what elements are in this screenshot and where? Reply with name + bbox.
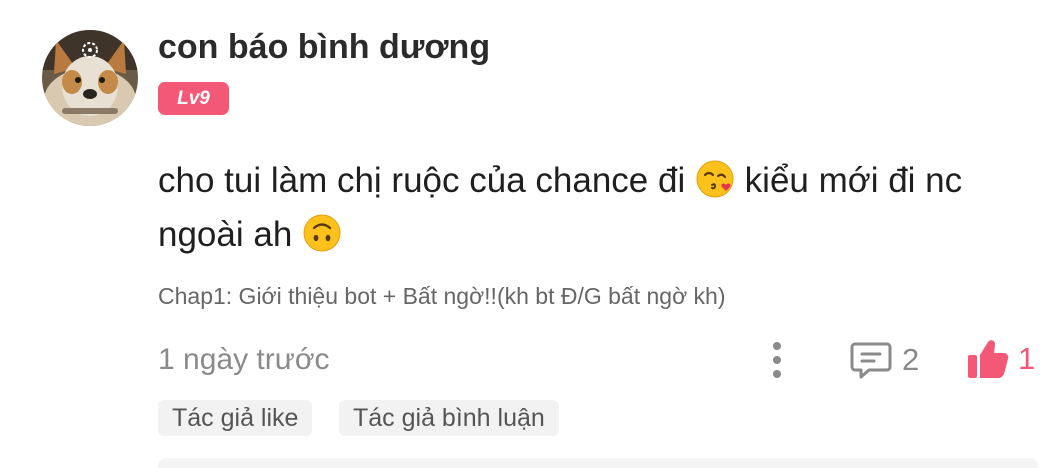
like-button[interactable]: 1	[966, 336, 1035, 382]
like-count: 1	[1018, 341, 1036, 376]
level-badge: Lv9	[158, 82, 229, 115]
thumbs-up-icon	[968, 340, 1009, 378]
comment-timestamp: 1 ngày trước	[158, 343, 330, 376]
author-commented-tag: Tác giả bình luận	[339, 400, 559, 436]
comment-icon	[850, 342, 892, 379]
chapter-link[interactable]: Chap1: Giới thiệu bot + Bất ngờ!!(kh bt …	[158, 283, 726, 310]
more-vertical-icon	[773, 342, 781, 378]
upside-down-face-emoji-icon	[302, 213, 342, 253]
more-options-button[interactable]	[762, 338, 792, 382]
avatar[interactable]	[42, 30, 138, 126]
dog-avatar-image	[42, 30, 138, 126]
face-blowing-kiss-emoji-icon	[695, 159, 735, 199]
author-liked-tag: Tác giả like	[158, 400, 313, 436]
reply-button[interactable]: 2	[850, 338, 919, 382]
next-comment-card	[158, 458, 1038, 468]
username[interactable]: con báo bình dương	[158, 28, 490, 67]
comment-text: cho tui làm chị ruộc của chance đi kiểu …	[158, 154, 1028, 262]
reply-count: 2	[902, 342, 920, 377]
comment-text-part-1: cho tui làm chị ruộc của chance đi	[158, 161, 695, 200]
